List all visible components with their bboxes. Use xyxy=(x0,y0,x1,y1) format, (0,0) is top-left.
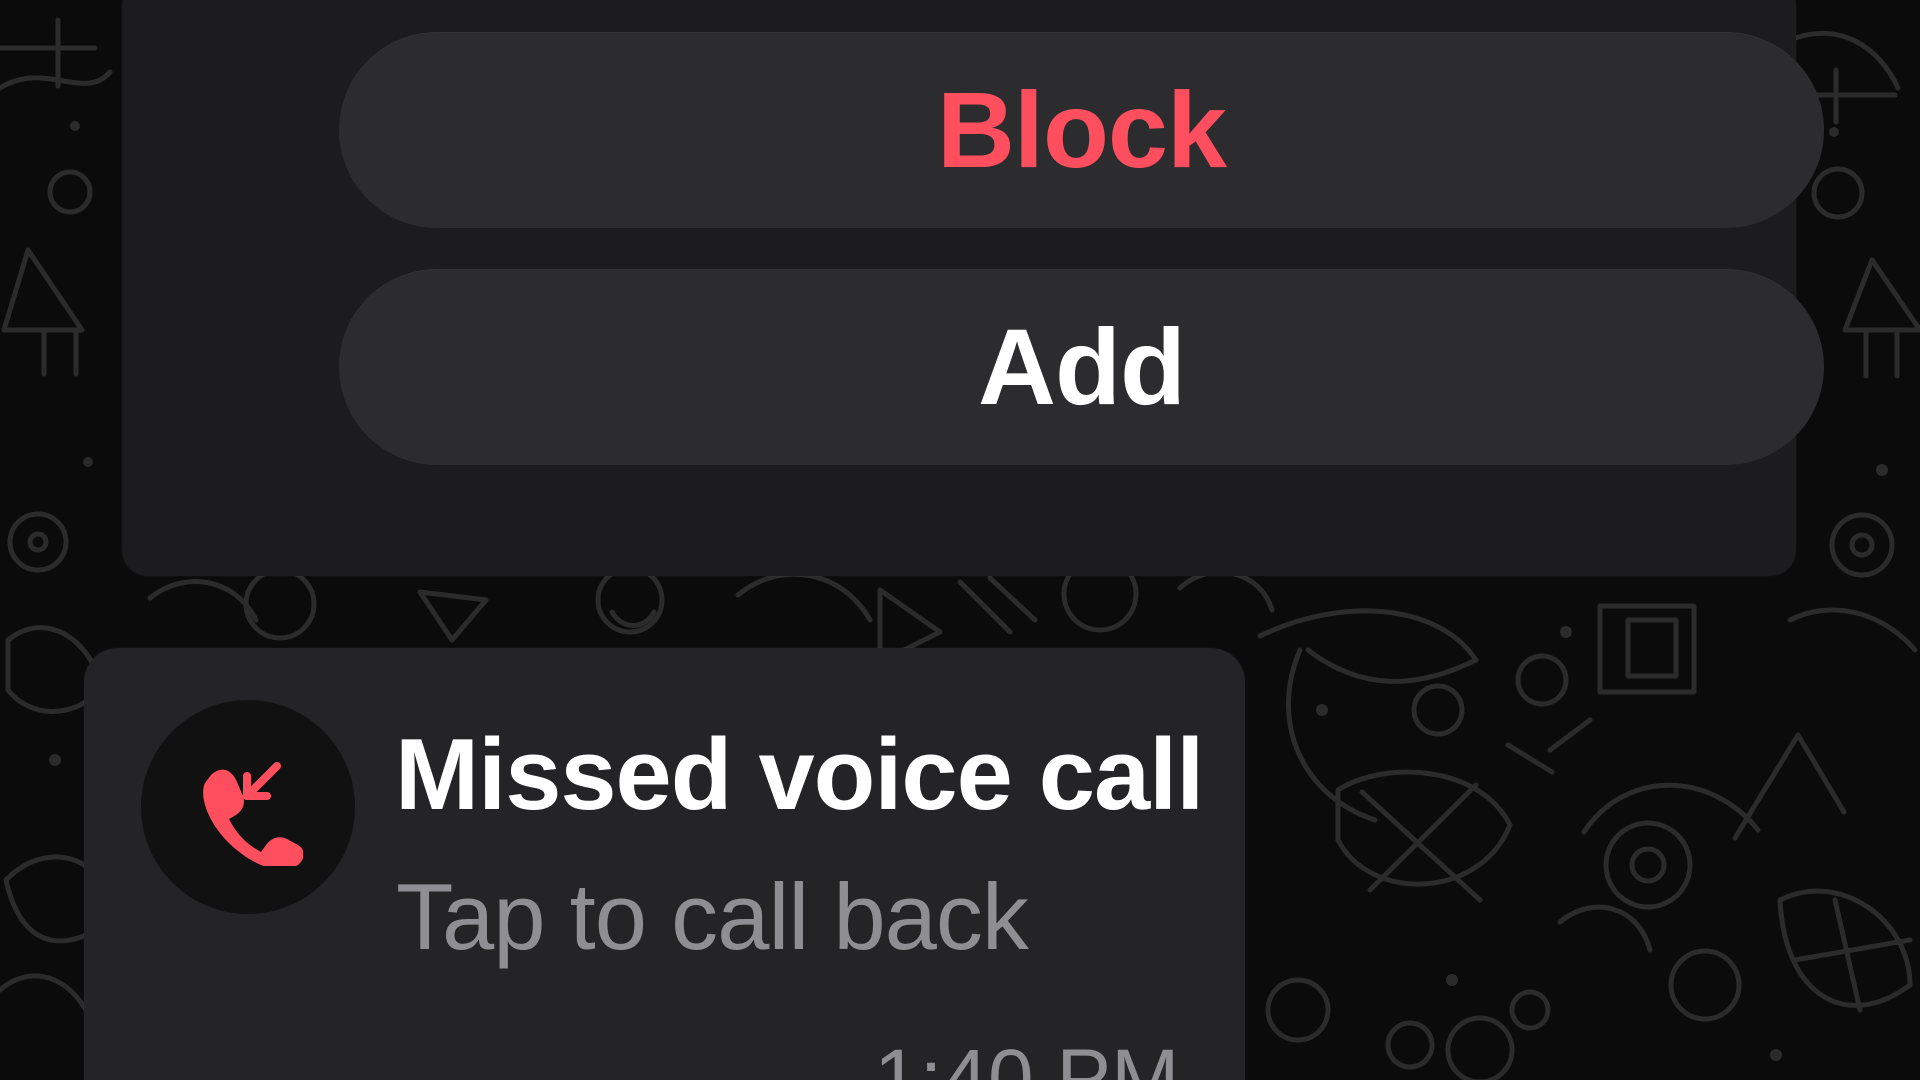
call-title: Missed voice call xyxy=(395,719,1204,831)
missed-call-icon xyxy=(203,762,303,866)
add-contact-button[interactable]: Add xyxy=(339,269,1824,465)
block-button-label: Block xyxy=(936,69,1227,190)
screen: Block Add Missed voice call Tap to call … xyxy=(0,0,1920,1080)
add-button-label: Add xyxy=(978,306,1186,427)
block-button[interactable]: Block xyxy=(339,32,1824,228)
call-back-subtitle: Tap to call back xyxy=(396,864,1029,969)
contact-action-sheet: Block Add xyxy=(122,0,1824,576)
call-timestamp: 1:40 PM xyxy=(874,1033,1180,1080)
missed-call-icon-container xyxy=(141,700,355,914)
missed-voice-call-message[interactable]: Missed voice call Tap to call back 1:40 … xyxy=(84,648,1245,1080)
